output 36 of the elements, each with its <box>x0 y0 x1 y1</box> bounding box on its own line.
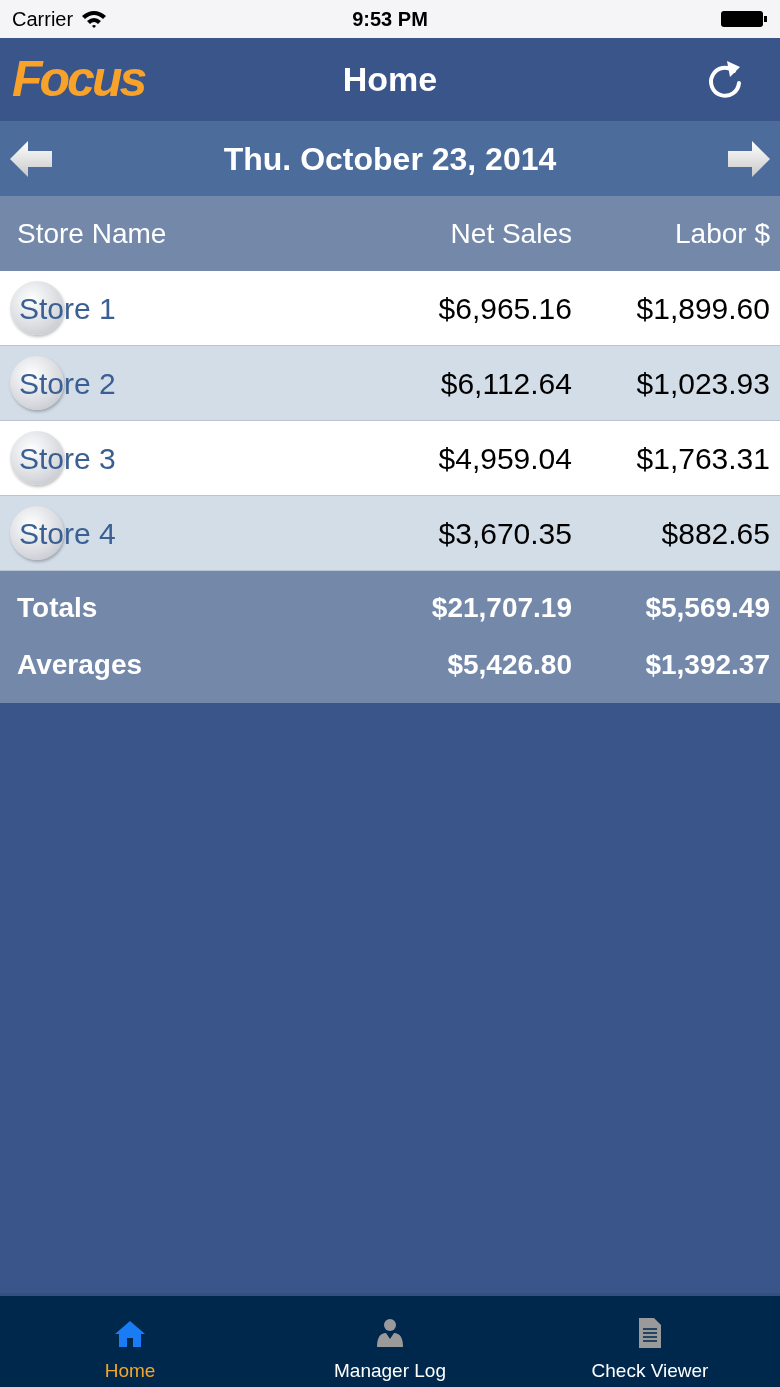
document-icon <box>638 1316 662 1349</box>
store-link[interactable]: Store 1 <box>10 285 116 331</box>
date-label: Thu. October 23, 2014 <box>223 139 557 179</box>
labor-cell-text: $1,763.31 <box>635 440 770 477</box>
labor-cell-text: $882.65 <box>660 515 770 552</box>
battery-icon <box>720 9 768 29</box>
next-arrow[interactable] <box>726 138 772 179</box>
page-title: Home <box>342 59 438 100</box>
labor-cell-text: $1,392.37 <box>644 647 770 682</box>
store-link[interactable]: Store 2 <box>10 360 116 406</box>
carrier-label: Carrier <box>12 7 74 32</box>
net-sales-cell-text: $5,426.80 <box>446 647 572 682</box>
store-link[interactable]: Store 4 <box>10 510 116 556</box>
labor-cell-text: $5,569.49 <box>644 590 770 625</box>
summary-label: Totals <box>16 590 99 625</box>
wifi-icon <box>81 10 108 28</box>
focus-logo: Focus <box>12 50 145 109</box>
tab-bar-item[interactable]: Check Viewer <box>520 1296 780 1387</box>
net-sales-cell-text: $3,670.35 <box>437 515 572 552</box>
person-icon <box>375 1316 405 1349</box>
net-sales-cell-text: $6,965.16 <box>437 290 572 327</box>
home-icon <box>114 1318 146 1349</box>
refresh-icon[interactable] <box>706 58 744 101</box>
clock-label: 9:53 PM <box>352 7 428 32</box>
tab-bar-item[interactable]: Home <box>0 1296 260 1387</box>
column-header: Store Name <box>16 216 168 251</box>
store-link[interactable]: Store 3 <box>10 435 116 481</box>
summary-label: Averages <box>16 647 144 682</box>
labor-cell-text: $1,899.60 <box>635 290 770 327</box>
net-sales-cell-text: $4,959.04 <box>437 440 572 477</box>
net-sales-cell-text: $6,112.64 <box>439 365 572 402</box>
column-header: Net Sales <box>449 216 572 251</box>
tab-bar-item[interactable]: Manager Log <box>260 1296 520 1387</box>
labor-cell-text: $1,023.93 <box>635 365 770 402</box>
net-sales-cell-text: $21,707.19 <box>430 590 572 625</box>
column-header: Labor $ <box>674 216 770 251</box>
